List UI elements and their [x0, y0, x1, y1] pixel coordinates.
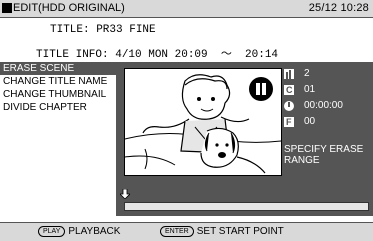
set-start-point-label: SET START POINT: [196, 226, 284, 237]
time-value: 00:00:00: [304, 100, 343, 111]
chapter-number-value: 01: [304, 84, 316, 95]
frame-icon: F: [284, 117, 294, 127]
stat-time: 00:00:00: [284, 100, 343, 112]
menu-item-change-thumbnail[interactable]: CHANGE THUMBNAIL: [0, 88, 116, 101]
header-square-icon: [2, 3, 12, 13]
enter-key-icon: ENTER: [160, 226, 194, 237]
edit-menu: ERASE SCENE CHANGE TITLE NAME CHANGE THU…: [0, 62, 116, 216]
stat-title-number: 2: [284, 68, 310, 80]
screen-title: EDIT(HDD ORIGINAL): [13, 2, 125, 14]
menu-item-divide-chapter[interactable]: DIVIDE CHAPTER: [0, 101, 116, 114]
stat-frame: F 00: [284, 116, 315, 128]
menu-item-change-title-name[interactable]: CHANGE TITLE NAME: [0, 75, 116, 88]
video-thumbnail: [124, 68, 282, 176]
scene-range-bar[interactable]: [124, 202, 369, 211]
footer-bar: PLAY PLAYBACK ENTER SET START POINT: [0, 222, 373, 241]
preview-panel: 2 C 01 00:00:00 F 00 SPECIFY ERASE RANGE: [116, 62, 373, 216]
position-arrow-icon: [120, 189, 130, 199]
chapter-icon: C: [284, 85, 294, 95]
edit-screen: EDIT(HDD ORIGINAL) 25/12 10:28 TITLE: PR…: [0, 0, 373, 241]
playback-label: PLAYBACK: [68, 226, 121, 237]
title-number-value: 2: [304, 68, 310, 79]
header-bar: EDIT(HDD ORIGINAL) 25/12 10:28: [0, 0, 373, 18]
pause-icon: [249, 77, 273, 101]
playback-button-hint[interactable]: PLAY PLAYBACK: [38, 226, 120, 237]
title-info-line: TITLE INFO: 4/10 MON 20:09 〜 20:14: [36, 49, 279, 61]
title-icon: [284, 69, 294, 79]
set-start-point-hint[interactable]: ENTER SET START POINT: [160, 226, 284, 237]
play-key-icon: PLAY: [38, 226, 66, 237]
clock-datetime: 25/12 10:28: [308, 2, 369, 14]
instruction-text: SPECIFY ERASE RANGE: [284, 144, 364, 166]
title-line: TITLE: PR33 FINE: [50, 24, 156, 36]
frame-number-value: 00: [304, 116, 316, 127]
menu-item-erase-scene[interactable]: ERASE SCENE: [0, 62, 116, 75]
stat-chapter-number: C 01: [284, 84, 315, 96]
clock-icon: [284, 101, 294, 111]
title-info-section: TITLE: PR33 FINE TITLE INFO: 4/10 MON 20…: [0, 18, 373, 62]
